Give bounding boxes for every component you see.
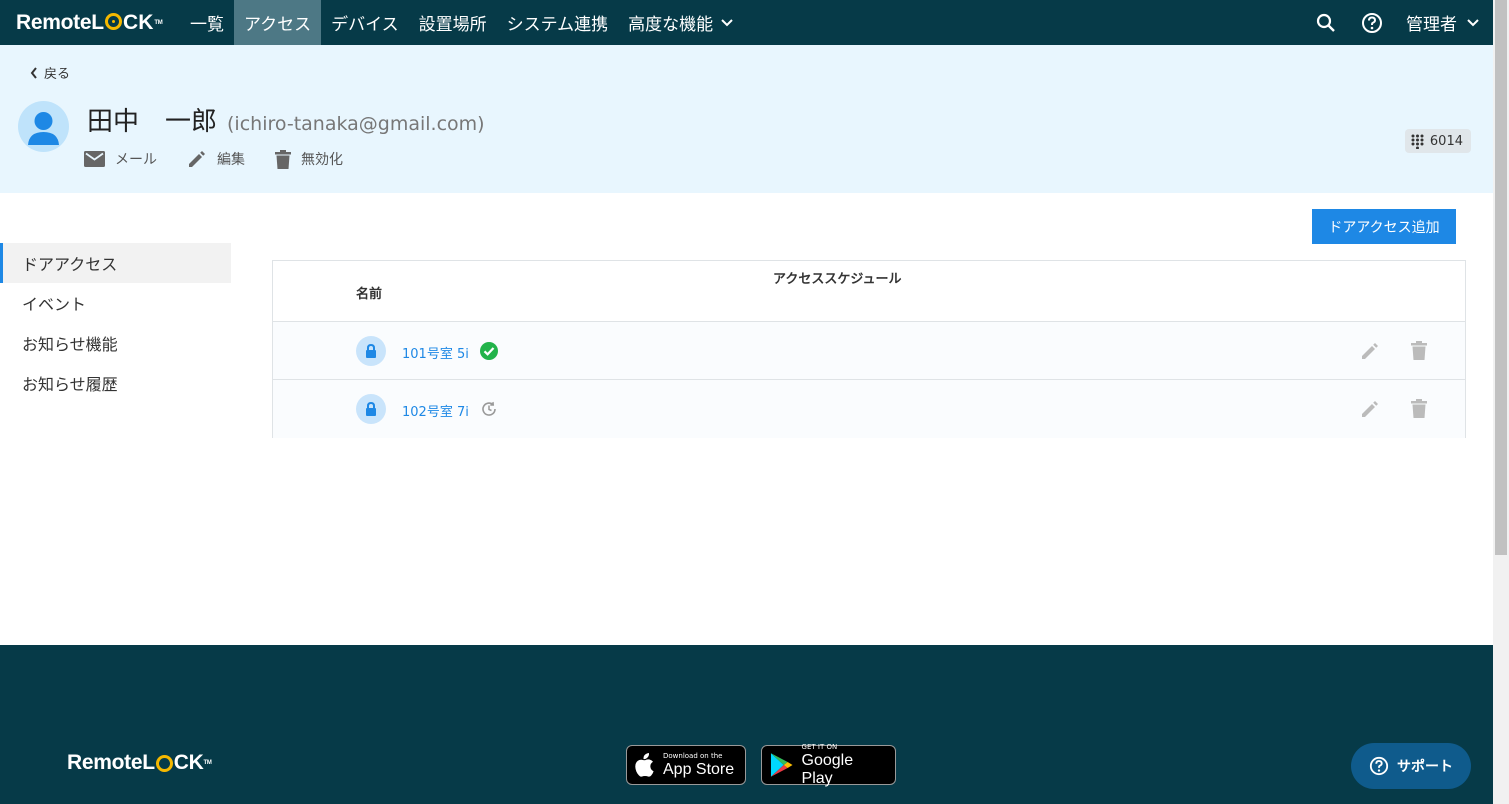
- mail-button[interactable]: メール: [84, 149, 157, 169]
- app-store-big-text: App Store: [663, 760, 735, 778]
- table-row: 102号室 7i: [273, 380, 1465, 438]
- trash-icon: [275, 149, 291, 169]
- edit-button[interactable]: 編集: [187, 149, 245, 169]
- help-icon: [1369, 756, 1389, 776]
- check-circle-icon: [480, 342, 498, 360]
- pending-clock-icon: [482, 401, 496, 416]
- pencil-icon[interactable]: [1359, 340, 1381, 362]
- sidebar-item-notification-history[interactable]: お知らせ履歴: [0, 363, 231, 403]
- lock-icon: [356, 336, 386, 366]
- footer-logo[interactable]: Remote L CK TM: [67, 751, 212, 775]
- admin-label: 管理者: [1406, 15, 1457, 35]
- nav-item-locations[interactable]: 設置場所: [409, 0, 497, 45]
- logo-text-remote: Remote: [67, 751, 143, 774]
- pencil-icon[interactable]: [1359, 398, 1381, 420]
- nav-item-advanced-label: 高度な機能: [628, 15, 714, 35]
- column-header-schedule[interactable]: アクセススケジュール: [773, 267, 913, 293]
- user-title: 田中 一郎 (ichiro-tanaka@gmail.com): [87, 101, 485, 138]
- sidebar: ドアアクセス イベント お知らせ機能 お知らせ履歴: [0, 243, 231, 403]
- keypad-icon: [1411, 134, 1424, 149]
- sidebar-item-events[interactable]: イベント: [0, 283, 231, 323]
- search-icon[interactable]: [1314, 11, 1338, 35]
- nav-item-devices[interactable]: デバイス: [321, 0, 409, 45]
- add-door-access-button[interactable]: ドアアクセス追加: [1312, 209, 1456, 244]
- admin-menu[interactable]: 管理者: [1406, 10, 1479, 35]
- pencil-icon: [189, 151, 205, 167]
- user-actions: メール 編集 無効化: [84, 149, 343, 169]
- logo-text-remote: Remote: [16, 10, 92, 34]
- logo-text-l: L: [142, 751, 155, 774]
- column-header-name[interactable]: 名前: [356, 283, 382, 302]
- support-label: サポート: [1397, 759, 1453, 775]
- nav-item-list[interactable]: 一覧: [180, 0, 234, 45]
- google-play-icon: [770, 753, 793, 777]
- mail-label: メール: [115, 152, 157, 168]
- deactivate-button[interactable]: 無効化: [275, 149, 343, 169]
- door-access-table: 名前 アクセススケジュール 101号室 5i 102号室 7i: [272, 260, 1466, 438]
- trash-icon[interactable]: [1409, 398, 1429, 420]
- logo-text-ck: CK: [173, 751, 204, 774]
- user-icon: [28, 112, 59, 145]
- chevron-down-icon: [721, 18, 733, 26]
- table-header: 名前 アクセススケジュール: [273, 261, 1465, 322]
- sidebar-item-notifications[interactable]: お知らせ機能: [0, 323, 231, 363]
- app-store-small-text: Download on the: [663, 751, 723, 760]
- scrollbar-thumb[interactable]: [1495, 0, 1507, 555]
- back-label: 戻る: [44, 67, 71, 82]
- deactivate-label: 無効化: [301, 152, 343, 168]
- user-name: 田中 一郎: [87, 107, 218, 137]
- support-button[interactable]: サポート: [1351, 743, 1471, 789]
- mail-icon: [84, 151, 105, 167]
- edit-label: 編集: [217, 152, 245, 168]
- vertical-scrollbar[interactable]: [1493, 0, 1509, 804]
- table-row: 101号室 5i: [273, 322, 1465, 380]
- door-link[interactable]: 102号室 7i: [402, 401, 469, 420]
- footer: Remote L CK TM Download on the App Store G…: [0, 645, 1493, 804]
- user-header: 戻る 田中 一郎 (ichiro-tanaka@gmail.com) メール 編…: [0, 45, 1493, 193]
- nav-item-access[interactable]: アクセス: [234, 0, 322, 45]
- google-play-badge[interactable]: GET IT ON Google Play: [761, 742, 896, 787]
- help-icon[interactable]: [1360, 11, 1384, 35]
- top-navigation: Remote L CK TM 一覧 アクセス デバイス 設置場所 システム連携 高度…: [0, 0, 1493, 45]
- pin-value: 6014: [1429, 133, 1463, 149]
- nav-item-integrations[interactable]: システム連携: [497, 0, 619, 45]
- avatar: [18, 101, 69, 152]
- logo-text-lock: L CK: [91, 10, 154, 34]
- chevron-left-icon: [30, 66, 37, 79]
- google-play-big-text: Google Play: [801, 751, 854, 787]
- app-store-badge[interactable]: Download on the App Store: [626, 745, 746, 785]
- back-link[interactable]: 戻る: [30, 63, 70, 82]
- chevron-down-icon: [1467, 18, 1479, 26]
- trash-icon[interactable]: [1409, 340, 1429, 362]
- google-play-small-text: GET IT ON: [801, 742, 838, 751]
- user-email: (ichiro-tanaka@gmail.com): [227, 113, 485, 135]
- pin-badge: 6014: [1404, 129, 1471, 153]
- nav-item-advanced[interactable]: 高度な機能: [618, 0, 743, 45]
- sidebar-item-door-access[interactable]: ドアアクセス: [0, 243, 231, 283]
- door-link[interactable]: 101号室 5i: [402, 343, 469, 362]
- apple-icon: [635, 753, 654, 777]
- logo-o-icon: [105, 12, 123, 30]
- lock-icon: [356, 394, 386, 424]
- remotelock-logo[interactable]: Remote L CK TM: [0, 0, 180, 45]
- logo-o-icon: [155, 754, 173, 772]
